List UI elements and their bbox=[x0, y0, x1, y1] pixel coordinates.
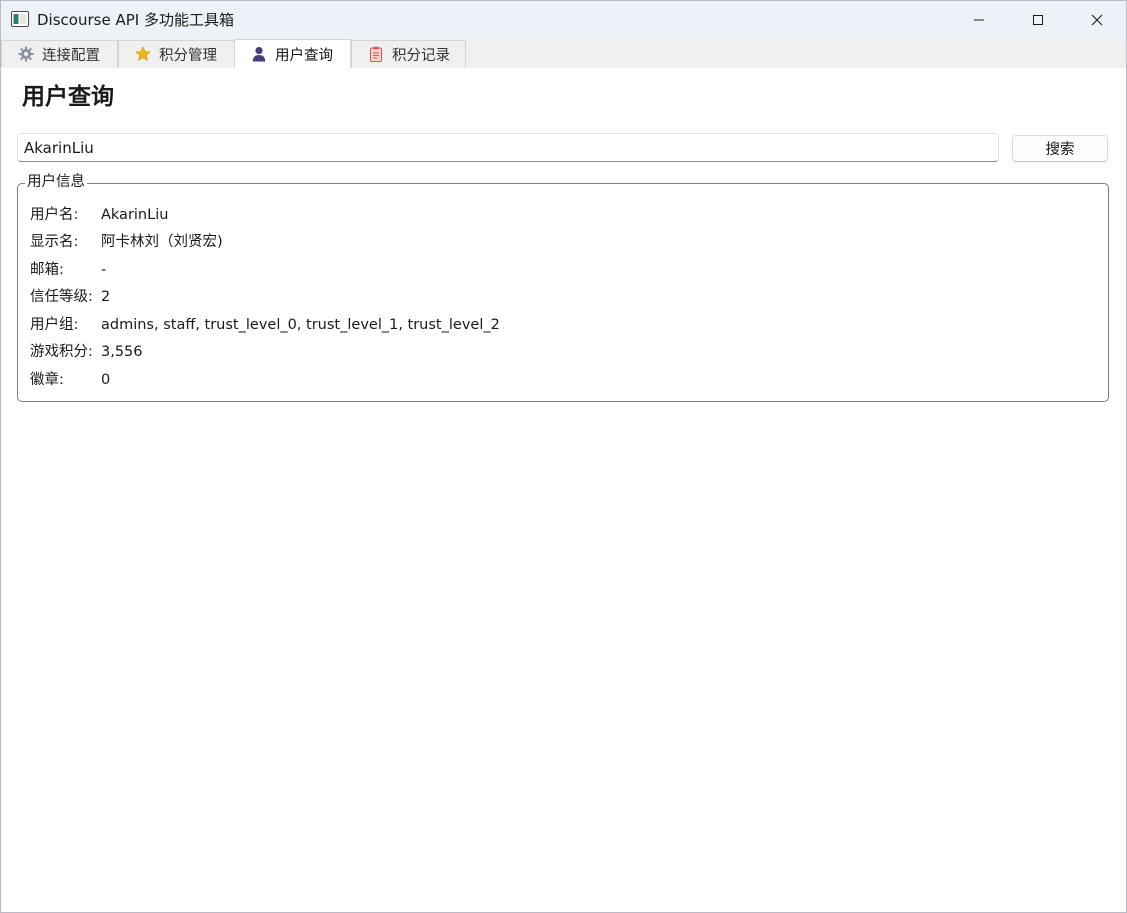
star-icon bbox=[135, 46, 151, 62]
tab-label: 连接配置 bbox=[42, 47, 100, 64]
tab-points-management[interactable]: 积分管理 bbox=[118, 40, 235, 67]
tab-label: 用户查询 bbox=[275, 47, 333, 64]
user-info-group-title: 用户信息 bbox=[25, 173, 87, 192]
info-label: 邮箱: bbox=[30, 262, 64, 278]
username-search-input[interactable] bbox=[17, 133, 999, 162]
tab-user-query[interactable]: 用户查询 bbox=[234, 39, 351, 68]
info-value: 2 bbox=[101, 289, 111, 305]
minimize-button[interactable] bbox=[950, 1, 1008, 39]
info-value: 0 bbox=[101, 372, 111, 388]
window-title: Discourse API 多功能工具箱 bbox=[37, 11, 234, 29]
search-button[interactable]: 搜索 bbox=[1012, 135, 1108, 162]
info-value: 3,556 bbox=[101, 344, 143, 360]
info-label: 用户组: bbox=[30, 317, 79, 333]
info-label: 信任等级: bbox=[30, 289, 93, 305]
info-label: 显示名: bbox=[30, 234, 79, 250]
clipboard-icon bbox=[368, 46, 384, 62]
info-value: admins, staff, trust_level_0, trust_leve… bbox=[101, 317, 500, 333]
app-window: Discourse API 多功能工具箱 连接配置 积分管理 用户查询 积分记录… bbox=[0, 0, 1127, 913]
tab-bar: 连接配置 积分管理 用户查询 积分记录 bbox=[1, 39, 1126, 68]
tab-label: 积分管理 bbox=[159, 47, 217, 64]
info-label: 游戏积分: bbox=[30, 344, 93, 360]
minimize-icon bbox=[974, 19, 984, 21]
app-window-icon bbox=[11, 11, 29, 27]
tab-label: 积分记录 bbox=[392, 47, 450, 64]
user-info-group bbox=[17, 183, 1109, 402]
close-icon bbox=[1091, 14, 1103, 26]
maximize-icon bbox=[1033, 15, 1043, 25]
tab-connection-config[interactable]: 连接配置 bbox=[1, 40, 118, 67]
info-value: 阿卡林刘（刘贤宏) bbox=[101, 234, 223, 250]
user-icon bbox=[251, 46, 267, 62]
tab-points-records[interactable]: 积分记录 bbox=[351, 40, 466, 67]
info-value: AkarinLiu bbox=[101, 207, 169, 223]
info-label: 用户名: bbox=[30, 207, 79, 223]
maximize-button[interactable] bbox=[1009, 1, 1067, 39]
close-button[interactable] bbox=[1068, 1, 1126, 39]
title-bar[interactable]: Discourse API 多功能工具箱 bbox=[1, 1, 1126, 39]
info-label: 徽章: bbox=[30, 372, 64, 388]
info-value: - bbox=[101, 262, 107, 278]
gear-icon bbox=[18, 46, 34, 62]
page-title: 用户查询 bbox=[22, 84, 114, 110]
